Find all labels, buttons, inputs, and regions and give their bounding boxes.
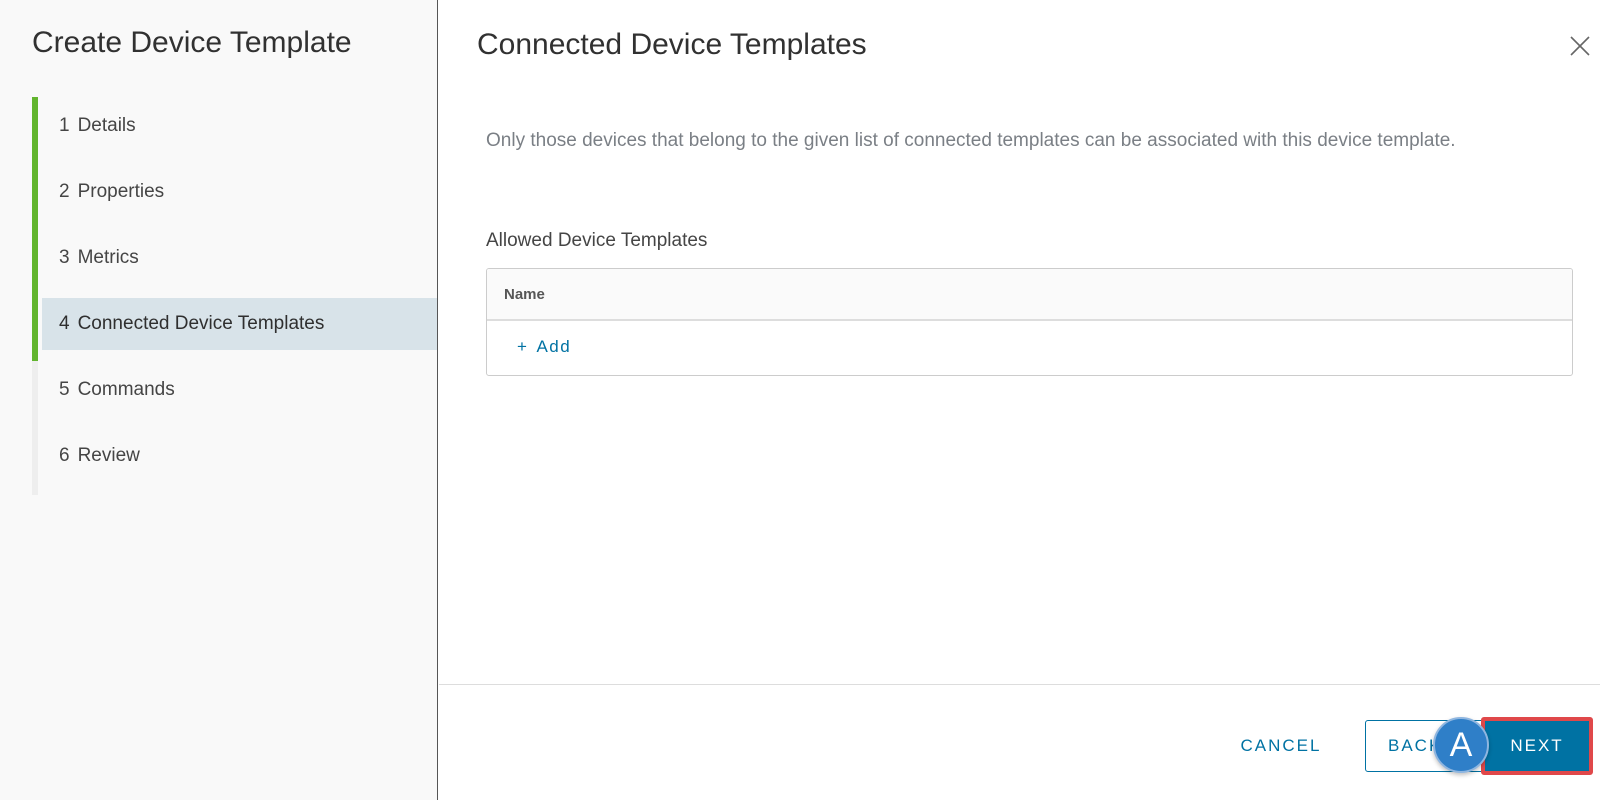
- step-number: 4: [59, 313, 70, 334]
- wizard-sidebar: Create Device Template 1 Details 2 Prope…: [0, 0, 438, 800]
- step-review[interactable]: 6 Review: [42, 430, 437, 482]
- step-connected-device-templates[interactable]: 4 Connected Device Templates: [42, 298, 437, 350]
- grid-column-header-name[interactable]: Name: [487, 269, 1572, 321]
- step-label: Review: [77, 445, 140, 466]
- step-progress-fill: [32, 97, 38, 361]
- plus-icon: +: [517, 337, 529, 356]
- section-label: Allowed Device Templates: [486, 230, 708, 251]
- page-title: Connected Device Templates: [477, 28, 867, 61]
- step-metrics[interactable]: 3 Metrics: [42, 232, 437, 284]
- allowed-templates-grid: Name + Add: [486, 268, 1573, 376]
- step-number: 3: [59, 247, 70, 268]
- step-progress-track: [32, 97, 38, 495]
- step-properties[interactable]: 2 Properties: [42, 166, 437, 218]
- footer-divider: [439, 684, 1600, 685]
- wizard-content: Connected Device Templates Only those de…: [439, 0, 1600, 800]
- step-number: 1: [59, 115, 70, 136]
- wizard-title: Create Device Template: [32, 26, 352, 59]
- step-details[interactable]: 1 Details: [42, 100, 437, 152]
- add-template-button[interactable]: + Add: [517, 337, 571, 357]
- step-label: Details: [77, 115, 136, 136]
- page-description: Only those devices that belong to the gi…: [486, 130, 1456, 151]
- wizard-steps: 1 Details 2 Properties 3 Metrics 4 Conne…: [42, 100, 437, 496]
- close-icon: [1570, 36, 1590, 56]
- annotation-marker: A: [1433, 717, 1489, 773]
- cancel-button[interactable]: CANCEL: [1230, 722, 1332, 770]
- step-label: Metrics: [77, 247, 139, 268]
- step-label: Commands: [77, 379, 175, 400]
- step-label: Connected Device Templates: [77, 313, 325, 334]
- step-label: Properties: [77, 181, 165, 202]
- step-number: 6: [59, 445, 70, 466]
- next-button[interactable]: NEXT: [1481, 717, 1593, 775]
- step-number: 2: [59, 181, 70, 202]
- close-button[interactable]: [1568, 34, 1592, 58]
- step-commands[interactable]: 5 Commands: [42, 364, 437, 416]
- add-label: Add: [536, 337, 572, 356]
- step-number: 5: [59, 379, 70, 400]
